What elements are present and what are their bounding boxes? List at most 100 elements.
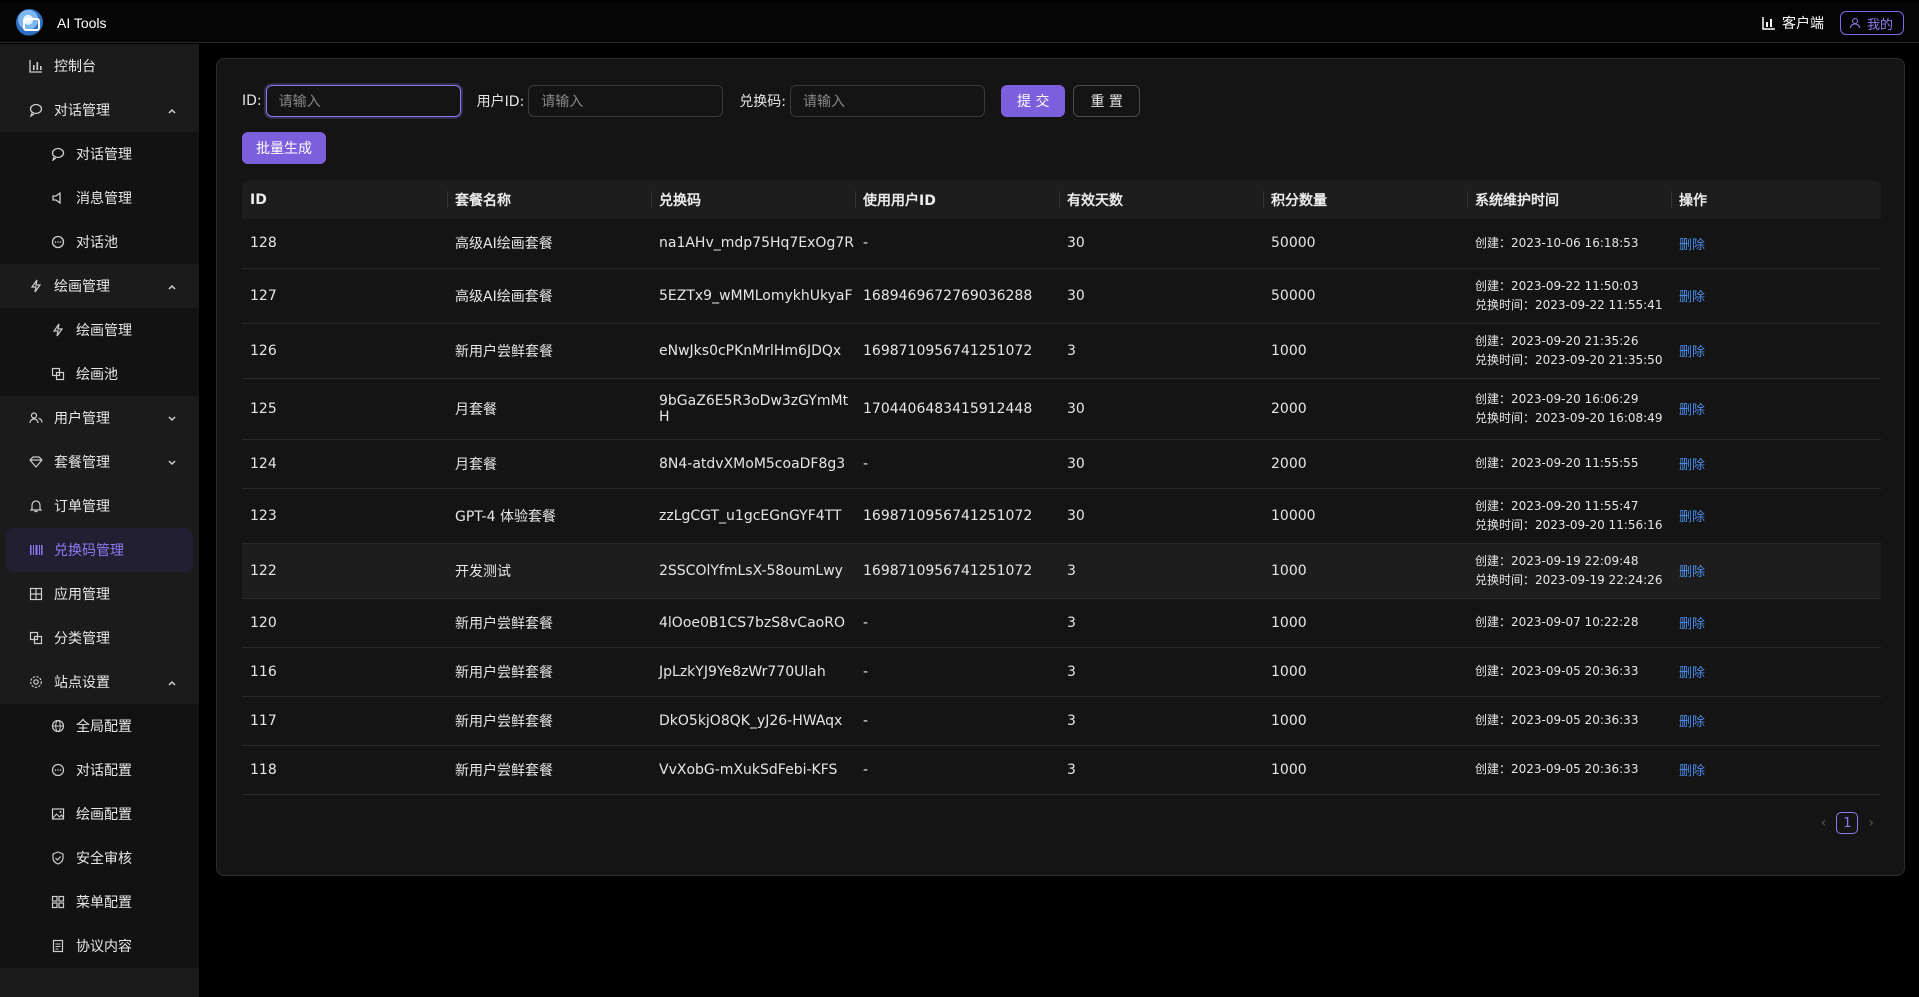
sidebar-item-label: 绘画管理	[76, 323, 132, 339]
cell-code: zzLgCGT_u1gcEGnGYF4TT	[651, 488, 855, 544]
created-time: 创建：2023-09-20 11:55:47	[1475, 498, 1639, 513]
delete-link[interactable]: 删除	[1679, 238, 1705, 253]
sidebar-item-label: 对话池	[76, 235, 118, 251]
column-header-package: 套餐名称	[447, 180, 651, 219]
sidebar-group-chat[interactable]: 对话管理	[0, 88, 199, 132]
chevron-down-icon	[167, 456, 177, 472]
created-time: 创建：2023-09-07 10:22:28	[1475, 615, 1639, 629]
cell-actions: 删除	[1671, 268, 1881, 324]
cell-points: 2000	[1263, 378, 1467, 440]
delete-link[interactable]: 删除	[1679, 403, 1705, 418]
created-time: 创建：2023-09-19 22:09:48	[1475, 553, 1639, 568]
table-row: 123 GPT-4 体验套餐 zzLgCGT_u1gcEGnGYF4TT 169…	[242, 488, 1881, 544]
delete-link[interactable]: 删除	[1679, 510, 1705, 525]
page-1-button[interactable]: 1	[1836, 812, 1859, 834]
cell-actions: 删除	[1671, 745, 1881, 795]
lightning-icon	[28, 278, 44, 294]
cell-points: 2000	[1263, 439, 1467, 489]
batch-generate-button[interactable]: 批量生成	[242, 132, 326, 164]
sidebar-item-security-review[interactable]: 安全审核	[0, 836, 199, 880]
cell-points: 50000	[1263, 268, 1467, 324]
prev-page-button[interactable]: ‹	[1821, 815, 1827, 831]
grid-icon	[50, 894, 66, 910]
cell-actions: 删除	[1671, 488, 1881, 544]
delete-link[interactable]: 删除	[1679, 345, 1705, 360]
delete-link[interactable]: 删除	[1679, 290, 1705, 305]
column-header-days: 有效天数	[1059, 180, 1263, 219]
delete-link[interactable]: 删除	[1679, 617, 1705, 632]
sidebar-item-draw-config[interactable]: 绘画配置	[0, 792, 199, 836]
app-logo[interactable]	[16, 9, 43, 36]
main-card: ID: 请输入 用户ID: 请输入 兑换码: 请输入 提 交 重 置 批量生成 …	[216, 58, 1905, 876]
delete-link[interactable]: 删除	[1679, 666, 1705, 681]
cell-package: 高级AI绘画套餐	[447, 219, 651, 269]
sidebar-item-label: 对话管理	[76, 147, 132, 163]
next-page-button[interactable]: ›	[1868, 815, 1874, 831]
delete-link[interactable]: 删除	[1679, 565, 1705, 580]
sidebar-item-chat-manage[interactable]: 对话管理	[0, 132, 199, 176]
cell-days: 30	[1059, 268, 1263, 324]
cell-user-id: 1698710956741251072	[855, 323, 1059, 379]
column-header-user-id: 使用用户ID	[855, 180, 1059, 219]
cell-package: 高级AI绘画套餐	[447, 268, 651, 324]
sidebar-item-chat-pool[interactable]: 对话池	[0, 220, 199, 264]
cell-time: 创建：2023-09-05 20:36:33	[1467, 745, 1671, 795]
sidebar-item-chat-config[interactable]: 对话配置	[0, 748, 199, 792]
id-filter-input[interactable]: 请输入	[265, 85, 461, 117]
mine-label: 我的	[1866, 17, 1893, 33]
cell-points: 50000	[1263, 219, 1467, 269]
sidebar-item-categories[interactable]: 分类管理	[0, 616, 199, 660]
sidebar-item-apps[interactable]: 应用管理	[0, 572, 199, 616]
mine-button[interactable]: 我的	[1839, 11, 1904, 35]
sidebar-item-users[interactable]: 用户管理	[0, 396, 199, 440]
delete-link[interactable]: 删除	[1679, 715, 1705, 730]
cell-time: 创建：2023-09-20 21:35:26 兑换时间：2023-09-20 21…	[1467, 323, 1671, 379]
table-row: 116 新用户尝鲜套餐 JpLzkYJ9Ye8zWr770Ulah - 3 10…	[242, 647, 1881, 697]
sidebar-group-site-settings[interactable]: 站点设置	[0, 660, 199, 704]
sidebar-item-label: 全局配置	[76, 719, 132, 735]
cell-days: 30	[1059, 219, 1263, 269]
cell-points: 1000	[1263, 323, 1467, 379]
client-link[interactable]: 客户端	[1762, 13, 1824, 33]
sidebar-item-packages[interactable]: 套餐管理	[0, 440, 199, 484]
sidebar-item-orders[interactable]: 订单管理	[0, 484, 199, 528]
cell-time: 创建：2023-09-05 20:36:33	[1467, 696, 1671, 746]
sidebar-item-agreement[interactable]: 协议内容	[0, 924, 199, 968]
delete-link[interactable]: 删除	[1679, 458, 1705, 473]
code-filter-input[interactable]: 请输入	[790, 85, 985, 117]
cell-id: 117	[242, 696, 447, 746]
code-filter-label: 兑换码:	[739, 94, 786, 110]
sidebar-item-label: 绘画池	[76, 367, 118, 383]
cell-code: 8N4-atdvXMoM5coaDF8g3	[651, 439, 855, 489]
sidebar-item-global-config[interactable]: 全局配置	[0, 704, 199, 748]
reset-button[interactable]: 重 置	[1073, 85, 1140, 117]
cell-user-id: -	[855, 439, 1059, 489]
sidebar-item-menu-config[interactable]: 菜单配置	[0, 880, 199, 924]
created-time: 创建：2023-09-05 20:36:33	[1475, 713, 1639, 727]
cell-actions: 删除	[1671, 439, 1881, 489]
cell-days: 3	[1059, 745, 1263, 795]
cell-points: 1000	[1263, 745, 1467, 795]
code-filter-placeholder: 请输入	[803, 94, 845, 110]
copy-icon	[28, 630, 44, 646]
sidebar-item-redeem-codes[interactable]: 兑换码管理	[6, 528, 193, 572]
created-time: 创建：2023-09-20 11:55:55	[1475, 456, 1639, 470]
filter-bar: ID: 请输入 用户ID: 请输入 兑换码: 请输入 提 交 重 置	[242, 85, 1140, 117]
user-id-filter-label: 用户ID:	[476, 94, 525, 110]
sidebar-item-dashboard[interactable]: 控制台	[0, 44, 199, 88]
shield-icon	[50, 850, 66, 866]
chat-dots-icon	[50, 762, 66, 778]
sidebar-item-message-manage[interactable]: 消息管理	[0, 176, 199, 220]
submit-button[interactable]: 提 交	[1001, 85, 1066, 117]
delete-link[interactable]: 删除	[1679, 764, 1705, 779]
bell-icon	[28, 498, 44, 514]
redeemed-time: 兑换时间：2023-09-22 11:55:41	[1475, 297, 1663, 312]
user-id-filter-input[interactable]: 请输入	[528, 85, 724, 117]
cell-user-id: -	[855, 598, 1059, 648]
sidebar-item-draw-pool[interactable]: 绘画池	[0, 352, 199, 396]
cell-code: eNwJks0cPKnMrlHm6JDQx	[651, 323, 855, 379]
sidebar-group-draw[interactable]: 绘画管理	[0, 264, 199, 308]
cell-id: 123	[242, 488, 447, 544]
chevron-up-icon	[167, 280, 177, 296]
sidebar-item-draw-manage[interactable]: 绘画管理	[0, 308, 199, 352]
